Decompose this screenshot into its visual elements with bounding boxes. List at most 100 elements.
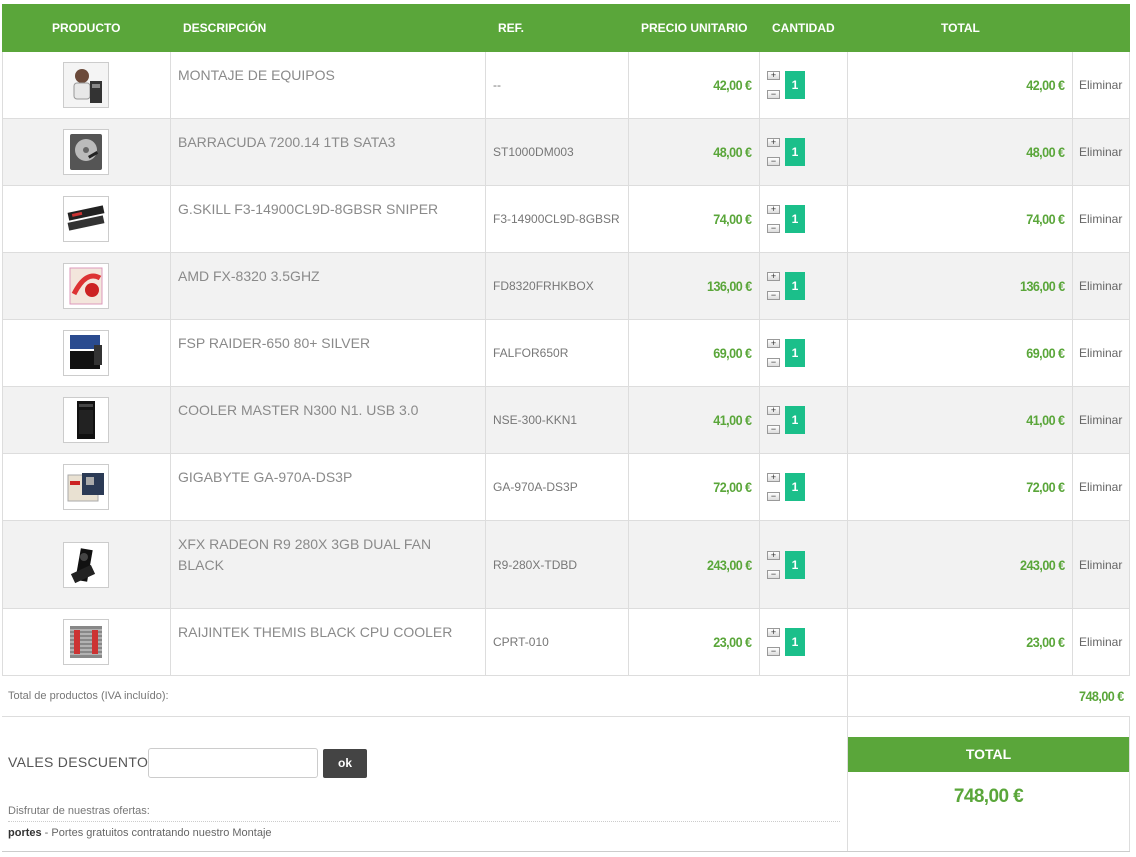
quantity-cell: + − 1 [759, 119, 847, 185]
unit-price: 41,00 € [713, 412, 753, 428]
unit-price-cell: 136,00 € [628, 253, 759, 319]
unit-price-cell: 23,00 € [628, 609, 759, 675]
col-total: TOTAL [941, 21, 980, 35]
pc-case-image[interactable] [63, 397, 109, 443]
remove-item-link[interactable]: Eliminar [1079, 186, 1122, 252]
product-cell [2, 521, 170, 608]
increase-quantity-button[interactable]: + [767, 205, 780, 214]
product-name[interactable]: MONTAJE DE EQUIPOS [178, 65, 475, 86]
line-total: 23,00 € [1026, 634, 1066, 650]
psu-image[interactable] [63, 330, 109, 376]
description-cell: BARRACUDA 7200.14 1TB SATA3 [170, 119, 485, 185]
remove-item-link[interactable]: Eliminar [1079, 387, 1122, 453]
product-name[interactable]: COOLER MASTER N300 N1. USB 3.0 [178, 400, 475, 421]
remove-cell: Eliminar [1072, 186, 1130, 252]
quantity-cell: + − 1 [759, 52, 847, 118]
line-total: 74,00 € [1026, 211, 1066, 227]
product-cell [2, 52, 170, 118]
decrease-quantity-button[interactable]: − [767, 569, 780, 579]
line-total-cell: 74,00 € [847, 186, 1072, 252]
cart-row: FSP RAIDER-650 80+ SILVER FALFOR650R 69,… [2, 320, 1130, 387]
remove-item-link[interactable]: Eliminar [1079, 320, 1122, 386]
voucher-ok-button[interactable]: ok [323, 749, 367, 778]
product-cell [2, 387, 170, 453]
decrease-quantity-button[interactable]: − [767, 647, 780, 656]
product-name[interactable]: AMD FX-8320 3.5GHZ [178, 266, 475, 287]
product-name[interactable]: BARRACUDA 7200.14 1TB SATA3 [178, 132, 475, 153]
decrease-quantity-button[interactable]: − [767, 358, 780, 367]
remove-item-link[interactable]: Eliminar [1079, 119, 1122, 185]
remove-cell: Eliminar [1072, 119, 1130, 185]
decrease-quantity-button[interactable]: − [767, 90, 780, 99]
technician-image[interactable] [63, 62, 109, 108]
unit-price: 48,00 € [713, 144, 753, 160]
subtotal-value: 748,00 € [1079, 688, 1124, 704]
remove-cell: Eliminar [1072, 521, 1130, 608]
increase-quantity-button[interactable]: + [767, 138, 780, 147]
cpu-cooler-image[interactable] [63, 619, 109, 665]
cpu-box-image[interactable] [63, 263, 109, 309]
decrease-quantity-button[interactable]: − [767, 224, 780, 233]
remove-cell: Eliminar [1072, 253, 1130, 319]
remove-item-link[interactable]: Eliminar [1079, 253, 1122, 319]
grand-total-value: 748,00 € [953, 786, 1024, 807]
motherboard-image[interactable] [63, 464, 109, 510]
line-total-cell: 42,00 € [847, 52, 1072, 118]
unit-price: 74,00 € [713, 211, 753, 227]
line-total-cell: 23,00 € [847, 609, 1072, 675]
unit-price-cell: 72,00 € [628, 454, 759, 520]
line-total: 243,00 € [1020, 556, 1065, 573]
unit-price-cell: 42,00 € [628, 52, 759, 118]
graphics-card-image[interactable] [63, 542, 109, 588]
increase-quantity-button[interactable]: + [767, 272, 780, 281]
description-cell: XFX RADEON R9 280X 3GB DUAL FAN BLACK [170, 521, 485, 608]
line-total: 72,00 € [1026, 479, 1066, 495]
increase-quantity-button[interactable]: + [767, 473, 780, 482]
remove-item-link[interactable]: Eliminar [1079, 521, 1122, 608]
increase-quantity-button[interactable]: + [767, 628, 780, 637]
product-name[interactable]: RAIJINTEK THEMIS BLACK CPU COOLER [178, 622, 475, 643]
line-total: 41,00 € [1026, 412, 1066, 428]
description-cell: AMD FX-8320 3.5GHZ [170, 253, 485, 319]
increase-quantity-button[interactable]: + [767, 550, 780, 560]
quantity-value: 1 [785, 473, 805, 501]
remove-cell: Eliminar [1072, 454, 1130, 520]
unit-price: 136,00 € [707, 278, 752, 294]
product-name[interactable]: GIGABYTE GA-970A-DS3P [178, 467, 475, 488]
increase-quantity-button[interactable]: + [767, 71, 780, 80]
unit-price-cell: 243,00 € [628, 521, 759, 608]
remove-item-link[interactable]: Eliminar [1079, 454, 1122, 520]
quantity-stepper: + − 1 [767, 272, 837, 300]
increase-quantity-button[interactable]: + [767, 406, 780, 415]
product-cell [2, 253, 170, 319]
unit-price: 243,00 € [707, 556, 752, 573]
product-ref: -- [493, 78, 501, 92]
product-ref: CPRT-010 [493, 635, 549, 649]
voucher-input[interactable] [148, 748, 318, 778]
quantity-cell: + − 1 [759, 454, 847, 520]
remove-item-link[interactable]: Eliminar [1079, 609, 1122, 675]
decrease-quantity-button[interactable]: − [767, 492, 780, 501]
product-name[interactable]: G.SKILL F3-14900CL9D-8GBSR SNIPER [178, 199, 475, 220]
line-total-cell: 72,00 € [847, 454, 1072, 520]
decrease-quantity-button[interactable]: − [767, 157, 780, 166]
line-total-cell: 48,00 € [847, 119, 1072, 185]
product-name[interactable]: XFX RADEON R9 280X 3GB DUAL FAN BLACK [178, 534, 475, 576]
quantity-stepper: + − 1 [767, 473, 837, 501]
line-total-cell: 69,00 € [847, 320, 1072, 386]
cart-row: XFX RADEON R9 280X 3GB DUAL FAN BLACK R9… [2, 521, 1130, 609]
remove-item-link[interactable]: Eliminar [1079, 52, 1122, 118]
col-quantity: CANTIDAD [772, 21, 835, 35]
product-ref: FD8320FRHKBOX [493, 279, 594, 293]
hard-drive-image[interactable] [63, 129, 109, 175]
ram-image[interactable] [63, 196, 109, 242]
product-ref: R9-280X-TDBD [493, 557, 578, 572]
offer-text: - Portes gratuitos contratando nuestro M… [41, 827, 272, 839]
quantity-value: 1 [785, 71, 805, 99]
line-total-cell: 41,00 € [847, 387, 1072, 453]
increase-quantity-button[interactable]: + [767, 339, 780, 348]
decrease-quantity-button[interactable]: − [767, 425, 780, 434]
product-name[interactable]: FSP RAIDER-650 80+ SILVER [178, 333, 475, 354]
description-cell: FSP RAIDER-650 80+ SILVER [170, 320, 485, 386]
decrease-quantity-button[interactable]: − [767, 291, 780, 300]
